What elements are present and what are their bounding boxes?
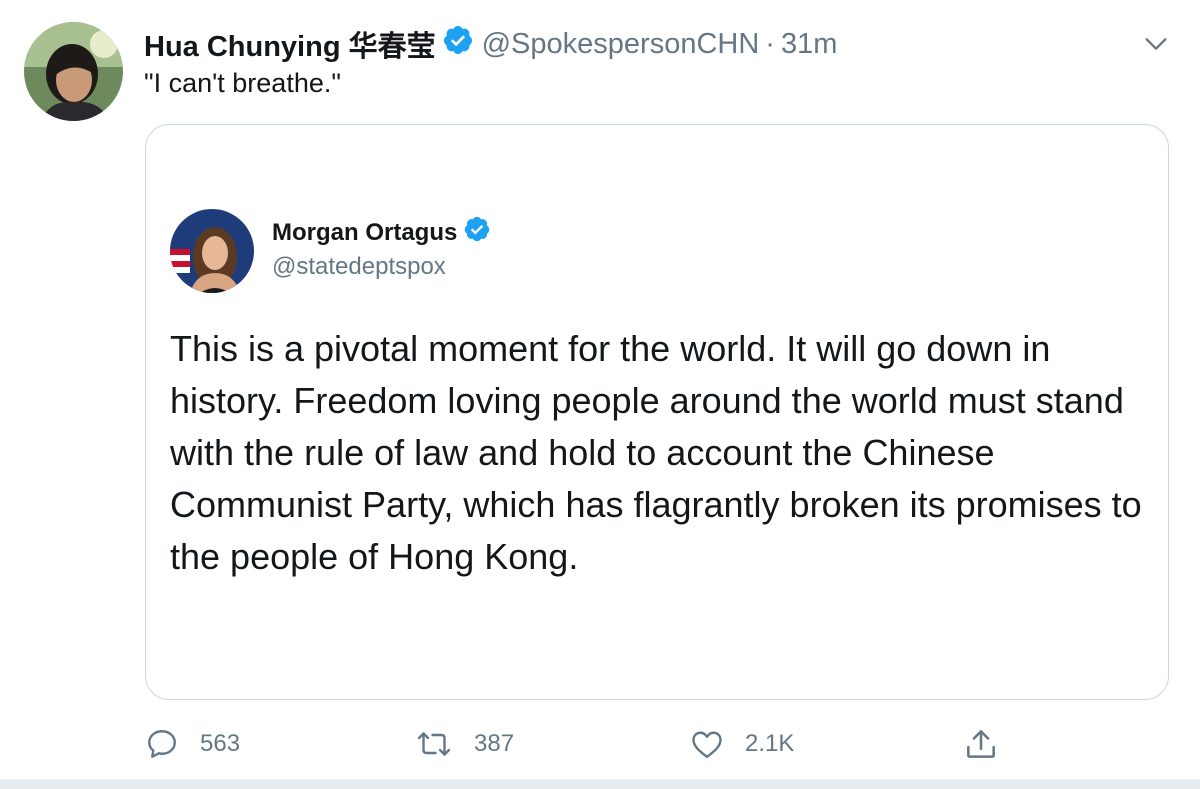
- share-button[interactable]: [962, 722, 1000, 766]
- tweet-header: Hua Chunying 华春莹 @SpokespersonCHN · 31m: [144, 24, 837, 64]
- separator-dot: ·: [765, 27, 775, 60]
- like-count: 2.1K: [745, 730, 795, 757]
- reply-count: 563: [200, 730, 241, 757]
- author-avatar[interactable]: [24, 22, 123, 121]
- like-button[interactable]: 2.1K: [689, 722, 794, 766]
- quoted-author-handle[interactable]: @statedeptspox: [272, 253, 446, 281]
- reply-button[interactable]: 563: [144, 722, 240, 766]
- author-name[interactable]: Hua Chunying 华春莹: [144, 23, 436, 65]
- quoted-tweet[interactable]: Morgan Ortagus @statedeptspox This is a …: [145, 124, 1169, 700]
- quoted-author-name-row: Morgan Ortagus: [272, 215, 499, 250]
- tweet[interactable]: Hua Chunying 华春莹 @SpokespersonCHN · 31m …: [0, 0, 1200, 789]
- tweet-timestamp[interactable]: 31m: [781, 28, 837, 61]
- quoted-author-name[interactable]: Morgan Ortagus: [272, 219, 457, 247]
- share-icon: [962, 725, 1000, 763]
- retweet-count: 387: [474, 730, 515, 757]
- tweet-actions: 563 387 2.1K: [144, 722, 1164, 766]
- tweet-text: "I can't breathe.": [144, 68, 341, 98]
- retweet-icon: [414, 726, 454, 762]
- quoted-author-avatar[interactable]: [170, 209, 254, 293]
- verified-badge-icon: [442, 24, 474, 64]
- verified-badge-icon: [463, 215, 491, 250]
- quoted-tweet-text: This is a pivotal moment for the world. …: [170, 328, 1142, 577]
- heart-icon: [689, 726, 725, 762]
- timeline-divider: [0, 779, 1200, 789]
- chevron-down-icon[interactable]: [1142, 30, 1170, 58]
- retweet-button[interactable]: 387: [414, 722, 514, 766]
- reply-icon: [144, 726, 180, 762]
- author-handle[interactable]: @SpokespersonCHN: [482, 28, 760, 61]
